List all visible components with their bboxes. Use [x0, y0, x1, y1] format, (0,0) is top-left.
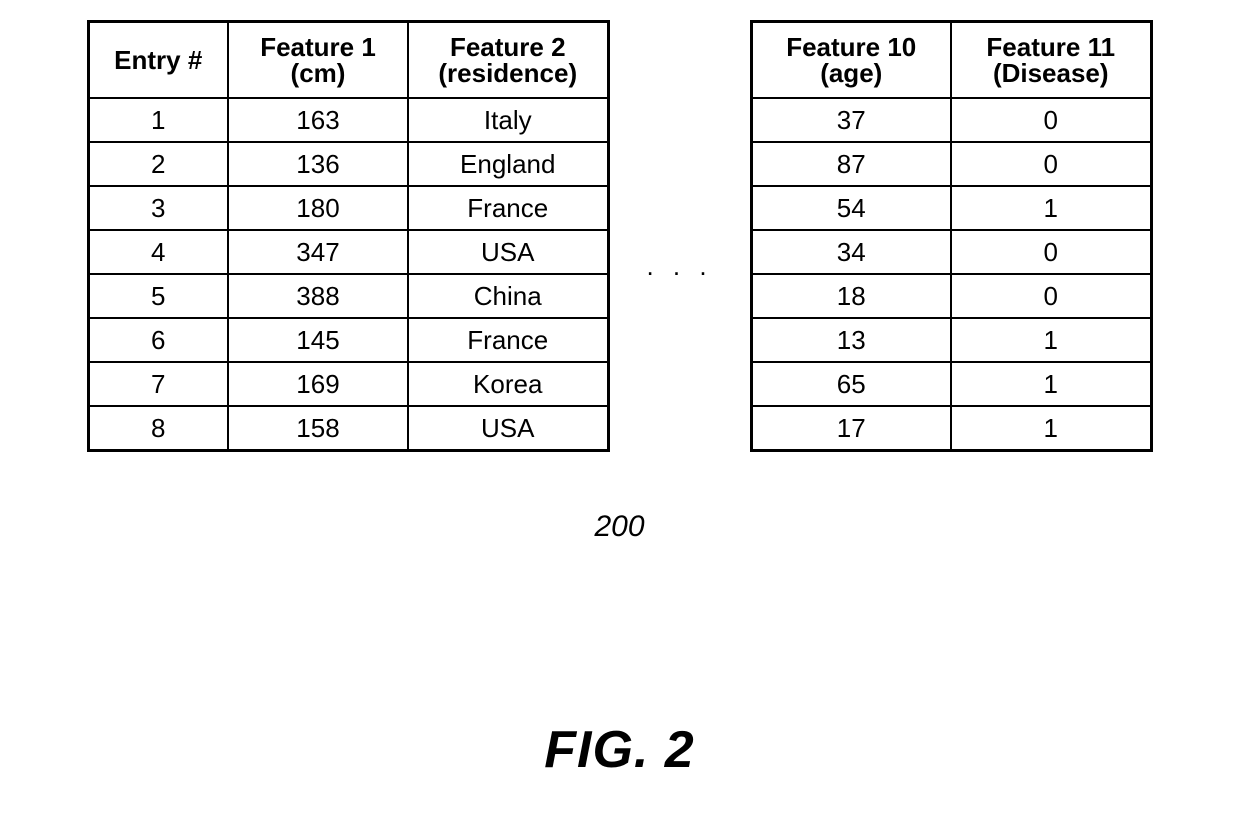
header-feature10-line2: (age) [761, 60, 943, 86]
cell-feature2: Korea [408, 362, 608, 406]
cell-feature11: 0 [951, 230, 1151, 274]
header-feature2-line2: (residence) [417, 60, 599, 86]
cell-feature11: 0 [951, 98, 1151, 142]
cell-entry: 5 [88, 274, 228, 318]
data-table-left: Entry # Feature 1 (cm) Feature 2 (reside… [87, 20, 610, 452]
cell-feature11: 0 [951, 142, 1151, 186]
header-feature1-line1: Feature 1 [237, 34, 399, 60]
table-row: 2 136 England [88, 142, 608, 186]
header-feature11: Feature 11 (Disease) [951, 22, 1151, 99]
table-header-row: Feature 10 (age) Feature 11 (Disease) [751, 22, 1151, 99]
cell-feature2: France [408, 186, 608, 230]
reference-number: 200 [0, 510, 1239, 544]
cell-entry: 3 [88, 186, 228, 230]
cell-feature1: 388 [228, 274, 408, 318]
table-row: 87 0 [751, 142, 1151, 186]
cell-feature1: 145 [228, 318, 408, 362]
header-feature11-line2: (Disease) [960, 60, 1142, 86]
table-row: 13 1 [751, 318, 1151, 362]
table-row: 1 163 Italy [88, 98, 608, 142]
cell-feature1: 180 [228, 186, 408, 230]
cell-feature10: 34 [751, 230, 951, 274]
cell-feature10: 65 [751, 362, 951, 406]
header-feature10-line1: Feature 10 [761, 34, 943, 60]
cell-entry: 2 [88, 142, 228, 186]
cell-feature10: 18 [751, 274, 951, 318]
table-row: 6 145 France [88, 318, 608, 362]
cell-feature2: USA [408, 230, 608, 274]
table-row: 4 347 USA [88, 230, 608, 274]
figure-caption: FIG. 2 [0, 720, 1239, 780]
cell-feature1: 136 [228, 142, 408, 186]
header-entry: Entry # [88, 22, 228, 99]
cell-feature10: 17 [751, 406, 951, 451]
header-feature1-line2: (cm) [237, 60, 399, 86]
header-feature2: Feature 2 (residence) [408, 22, 608, 99]
table-row: 3 180 France [88, 186, 608, 230]
data-table-right: Feature 10 (age) Feature 11 (Disease) 37… [750, 20, 1153, 452]
cell-entry: 7 [88, 362, 228, 406]
header-feature10: Feature 10 (age) [751, 22, 951, 99]
tables-row: Entry # Feature 1 (cm) Feature 2 (reside… [0, 20, 1239, 452]
header-feature11-line1: Feature 11 [960, 34, 1142, 60]
cell-feature1: 158 [228, 406, 408, 451]
cell-feature11: 1 [951, 318, 1151, 362]
cell-feature1: 163 [228, 98, 408, 142]
cell-feature10: 37 [751, 98, 951, 142]
cell-feature2: Italy [408, 98, 608, 142]
table-row: 17 1 [751, 406, 1151, 451]
cell-entry: 6 [88, 318, 228, 362]
table-row: 34 0 [751, 230, 1151, 274]
cell-feature2: England [408, 142, 608, 186]
table-row: 8 158 USA [88, 406, 608, 451]
cell-feature1: 169 [228, 362, 408, 406]
table-row: 7 169 Korea [88, 362, 608, 406]
table-row: 54 1 [751, 186, 1151, 230]
cell-feature11: 1 [951, 362, 1151, 406]
cell-feature11: 1 [951, 406, 1151, 451]
table-row: 65 1 [751, 362, 1151, 406]
table-row: 37 0 [751, 98, 1151, 142]
figure-canvas: Entry # Feature 1 (cm) Feature 2 (reside… [0, 0, 1239, 835]
columns-ellipsis: . . . [610, 251, 750, 282]
cell-entry: 1 [88, 98, 228, 142]
table-header-row: Entry # Feature 1 (cm) Feature 2 (reside… [88, 22, 608, 99]
cell-feature2: USA [408, 406, 608, 451]
cell-feature1: 347 [228, 230, 408, 274]
cell-entry: 8 [88, 406, 228, 451]
cell-feature2: France [408, 318, 608, 362]
header-entry-label: Entry # [98, 47, 220, 73]
cell-entry: 4 [88, 230, 228, 274]
table-row: 18 0 [751, 274, 1151, 318]
header-feature1: Feature 1 (cm) [228, 22, 408, 99]
cell-feature10: 87 [751, 142, 951, 186]
header-feature2-line1: Feature 2 [417, 34, 599, 60]
cell-feature2: China [408, 274, 608, 318]
cell-feature10: 54 [751, 186, 951, 230]
cell-feature11: 1 [951, 186, 1151, 230]
cell-feature10: 13 [751, 318, 951, 362]
table-row: 5 388 China [88, 274, 608, 318]
cell-feature11: 0 [951, 274, 1151, 318]
